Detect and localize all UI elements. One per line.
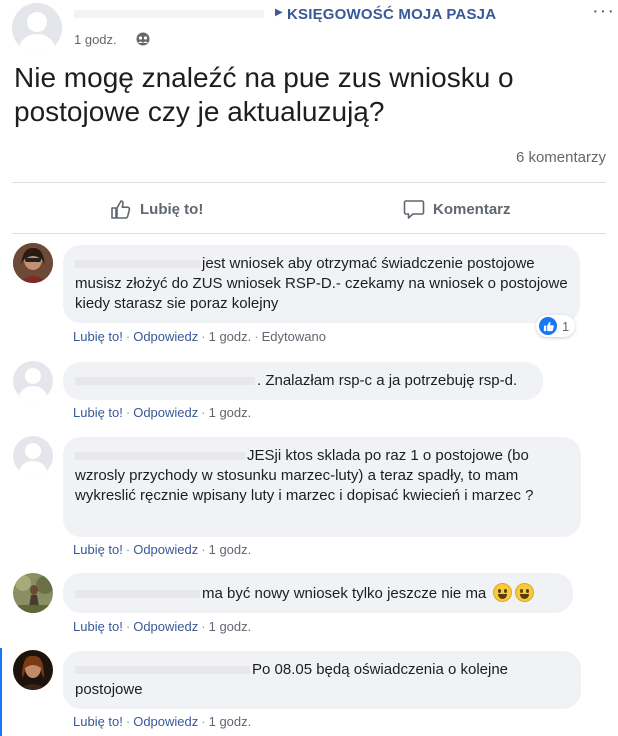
post-timestamp[interactable]: 1 godz. bbox=[74, 32, 117, 47]
comment-reply-link[interactable]: Odpowiedz bbox=[133, 714, 198, 729]
comment-like-link[interactable]: Lubię to! bbox=[73, 542, 123, 557]
post-body-text: Nie mogę znaleźć na pue zus wniosku o po… bbox=[14, 62, 514, 127]
group-arrow-icon: ▶ bbox=[275, 7, 283, 18]
highlight-bar bbox=[0, 648, 2, 736]
redacted-commenter-name[interactable] bbox=[75, 377, 255, 386]
thumbs-up-icon bbox=[111, 200, 131, 219]
commenter-avatar[interactable] bbox=[13, 243, 53, 283]
comment-timestamp[interactable]: 1 godz. bbox=[209, 329, 252, 344]
comments-count-link[interactable]: 6 komentarzy bbox=[516, 149, 606, 166]
comment-timestamp[interactable]: 1 godz. bbox=[209, 619, 252, 634]
comment-meta: Lubię to! · Odpowiedz · 1 godz. · Edytowano bbox=[73, 329, 326, 344]
commenter-avatar[interactable] bbox=[13, 436, 53, 476]
reaction-count-badge[interactable]: 1 bbox=[536, 315, 576, 337]
comment-like-link[interactable]: Lubię to! bbox=[73, 619, 123, 634]
redacted-commenter-name[interactable] bbox=[75, 666, 250, 675]
comment-like-link[interactable]: Lubię to! bbox=[73, 329, 123, 344]
comment-bubble-icon bbox=[403, 200, 425, 219]
comment-timestamp[interactable]: 1 godz. bbox=[209, 405, 252, 420]
commenter-avatar[interactable] bbox=[13, 361, 53, 401]
comment-text: . Znalazłam rsp-c a ja potrzebuję rsp-d. bbox=[257, 372, 518, 389]
reaction-count: 1 bbox=[562, 318, 570, 334]
comment-meta: Lubię to! · Odpowiedz · 1 godz. bbox=[73, 405, 252, 420]
group-audience-icon bbox=[136, 32, 150, 46]
comment-timestamp[interactable]: 1 godz. bbox=[209, 714, 252, 729]
like-reaction-icon bbox=[539, 317, 557, 335]
commenter-avatar[interactable] bbox=[13, 650, 53, 690]
redacted-commenter-name[interactable] bbox=[75, 590, 200, 599]
comment-bubble: Po 08.05 będą oświadczenia o kolejne pos… bbox=[63, 651, 581, 709]
redacted-commenter-name[interactable] bbox=[75, 260, 200, 269]
comment-bubble: JESji ktos sklada po raz 1 o postojowe (… bbox=[63, 437, 581, 537]
comment-text: ma być nowy wniosek tylko jeszcze nie ma bbox=[202, 585, 487, 602]
comment-meta: Lubię to! · Odpowiedz · 1 godz. bbox=[73, 619, 252, 634]
comment-reply-link[interactable]: Odpowiedz bbox=[133, 405, 198, 420]
like-button[interactable]: Lubię to! bbox=[110, 194, 203, 224]
redacted-commenter-name[interactable] bbox=[75, 452, 245, 461]
comment-bubble: ma być nowy wniosek tylko jeszcze nie ma bbox=[63, 573, 573, 613]
comment-reply-link[interactable]: Odpowiedz bbox=[133, 619, 198, 634]
comment-meta: Lubię to! · Odpowiedz · 1 godz. bbox=[73, 714, 252, 729]
commenter-avatar[interactable] bbox=[13, 573, 53, 613]
more-dots-icon[interactable]: ··· bbox=[592, 0, 615, 23]
grinning-face-emoji-icon bbox=[493, 583, 513, 602]
divider bbox=[12, 233, 606, 234]
divider bbox=[12, 182, 606, 183]
comment-reply-link[interactable]: Odpowiedz bbox=[133, 329, 198, 344]
comment-like-link[interactable]: Lubię to! bbox=[73, 714, 123, 729]
post-author-avatar[interactable] bbox=[12, 3, 62, 53]
comment-button-label: Komentarz bbox=[433, 200, 511, 218]
comment-edited-label[interactable]: Edytowano bbox=[262, 329, 326, 344]
comment-reply-link[interactable]: Odpowiedz bbox=[133, 542, 198, 557]
redacted-author-name bbox=[74, 10, 264, 18]
comment-like-link[interactable]: Lubię to! bbox=[73, 405, 123, 420]
comment-bubble: jest wniosek aby otrzymać świadczenie po… bbox=[63, 245, 580, 323]
comment-button[interactable]: Komentarz bbox=[403, 194, 511, 224]
comment-timestamp[interactable]: 1 godz. bbox=[209, 542, 252, 557]
grinning-face-emoji-icon bbox=[515, 583, 535, 602]
like-button-label: Lubię to! bbox=[140, 200, 204, 218]
comment-bubble: . Znalazłam rsp-c a ja potrzebuję rsp-d. bbox=[63, 362, 543, 400]
comment-meta: Lubię to! · Odpowiedz · 1 godz. bbox=[73, 542, 252, 557]
group-name-link[interactable]: KSIĘGOWOŚĆ MOJA PASJA bbox=[287, 6, 496, 23]
